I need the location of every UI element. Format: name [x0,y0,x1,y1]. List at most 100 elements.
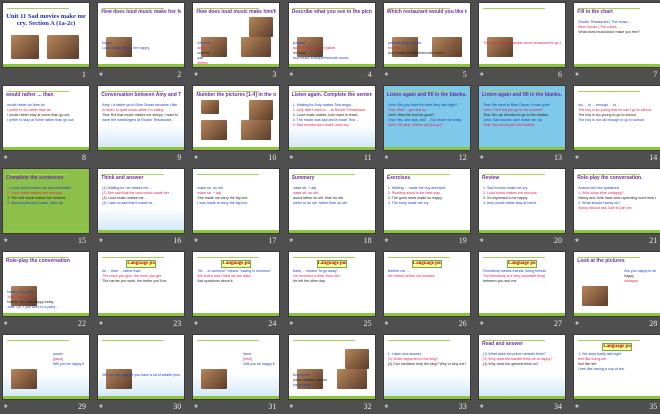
slide-thumbnail[interactable]: king queen prime minister banker the gener… [287,334,376,400]
slide-thumbnail[interactable]: Look at the pictures Are you happy to see… [573,251,660,317]
slide-thumbnail[interactable]: How does loud music make her feel? happy L… [97,2,186,68]
slide-thumbnail[interactable]: Read and answer (1) What does the prime m… [478,334,566,400]
transition-icon[interactable]: ★ [479,71,484,78]
transition-icon[interactable]: ★ [479,403,484,410]
slide-thumbnail[interactable]: Review 1. Sad movies make me cry. 2. Loud … [478,168,566,234]
slide-header-line [483,257,545,258]
slide-thumbnail[interactable]: Role-play the conversation. Answer the tw… [573,168,660,234]
slide-cell: Fill in the chart Rockin' Restaurant | Th… [573,2,660,82]
slide-body: Friendship means friends, being friends.… [483,269,561,284]
slide-body: John: Did you have fun with Amy last nig… [388,103,466,128]
slide-number: 8 [82,153,86,162]
slide-image [201,369,228,389]
slide-text-line: 4. The story made me cry. [387,201,430,205]
slide-thumbnail[interactable]: Exercises 1. Waiting ... made the boy ann… [382,168,471,234]
slide-thumbnail[interactable]: power[pauə]Will you be happy if you have… [2,334,90,400]
slide-number: 27 [554,319,562,328]
slide-thumbnail[interactable]: Listen again. Complete the sentences. 1. … [287,85,376,151]
slide-footer-bar [479,64,565,67]
transition-icon[interactable]: ★ [98,71,103,78]
slide-body: (1) What does the prime minister think?(… [483,352,561,367]
slide-thumbnail[interactable]: Complete the sentences 1. Loud music make… [2,168,90,234]
slide-thumbnail[interactable]: Number the pictures [1-4] in the order y… [192,85,281,151]
transition-icon[interactable]: ★ [574,320,579,327]
transition-icon[interactable]: ★ [384,154,389,161]
transition-icon[interactable]: ★ [289,320,294,327]
transition-icon[interactable]: ★ [3,320,8,327]
transition-icon[interactable]: ★ [193,403,198,410]
transition-icon[interactable]: ★ [384,237,389,244]
slide-thumbnail[interactable]: Listen again and fill in the blanks. John… [382,85,471,151]
slide-thumbnail[interactable]: Summary make sb. + adj. make sb. do sth. wo… [287,168,376,234]
transition-icon[interactable]: ★ [98,320,103,327]
slide-image [201,100,220,114]
slide-body: 1. Loud music makes me uncomfortable. 2. … [7,186,85,206]
transition-icon[interactable]: ★ [193,71,198,78]
slide-thumbnail[interactable]: Role-play the conversation Nancy: Hey Jul… [2,251,90,317]
transition-icon[interactable]: ★ [384,71,389,78]
transition-icon[interactable]: ★ [479,320,484,327]
transition-icon[interactable]: ★ [574,403,579,410]
transition-icon[interactable]: ★ [574,71,579,78]
slide-thumbnail[interactable]: Fill in the chart Rockin' Restaurant | Th… [573,2,660,68]
slide-thumbnail[interactable]: Will you be happy if you have a lot of w… [97,334,186,400]
transition-icon[interactable]: ★ [3,154,8,161]
transition-icon[interactable]: ★ [479,237,484,244]
slide-thumbnail[interactable]: Unit 11 Sad movies make me cry. Section … [2,2,90,68]
slide-number: 30 [173,402,182,411]
transition-icon[interactable]: ★ [574,154,579,161]
transition-icon[interactable]: ★ [289,403,294,410]
slide-cell: Role-play the conversation. Answer the tw… [573,168,660,248]
transition-icon[interactable]: ★ [193,237,198,244]
slide-text-line: Will you be happy if you have a lot of w… [102,373,181,377]
slide-thumbnail[interactable]: Language pointsNeither nor ...He neither… [382,251,471,317]
transition-icon[interactable]: ★ [574,237,579,244]
slide-header-line [102,257,165,258]
slide-footer-bar [193,230,280,233]
slide-thumbnail[interactable]: too ... to ... enough ... to ... The boy … [573,85,660,151]
slide-thumbnail[interactable]: fame[feim]Will you be happy if you have … [192,334,281,400]
slide-thumbnail[interactable]: make sb. do sth. make sb. + adj. She made … [192,168,281,234]
slide-thumbnail[interactable]: 1. Listen and answer. (1) What happened t… [382,334,471,400]
slide-image [201,120,228,140]
slide-cell: Role-play the conversation Nancy: Hey Jul… [2,251,90,331]
transition-icon[interactable]: ★ [3,403,8,410]
transition-icon[interactable]: ★ [289,154,294,161]
transition-icon[interactable]: ★ [289,71,294,78]
slide-text-line: What does music/color make you feel? [578,30,640,34]
slide-thumbnail[interactable]: Language pointsleave ... means "to go aw… [287,251,376,317]
slide-thumbnail[interactable]: Language pointsFriendship means friends,… [478,251,566,317]
transition-icon[interactable]: ★ [289,237,294,244]
slide-thumbnail[interactable]: Think and answer (1) Waiting for her make… [97,168,186,234]
slide-cell: How does loud music make her feel? happy L… [97,2,186,82]
slide-thumbnail[interactable]: would rather ... than would rather do tha… [2,85,90,151]
slide-cell: How does loud music make him/her feel?ne… [192,2,281,82]
slide-footer-bar [193,313,280,316]
slide-thumbnail[interactable]: Language points"be ... in common" means … [192,251,281,317]
transition-icon[interactable]: ★ [98,237,103,244]
transition-icon[interactable]: ★ [384,403,389,410]
slide-thumbnail[interactable]: Language points1. We slept badly last ni… [573,334,660,400]
slide-header-line [292,340,355,341]
transition-icon[interactable]: ★ [3,237,8,244]
transition-icon[interactable]: ★ [193,320,198,327]
slide-text-line: 4. Amy would rather stay at home. [483,201,538,205]
slide-thumbnail[interactable]: They are trying to decide which restaura… [478,2,566,68]
slide-thumbnail[interactable]: Which restaurant would you like to go to… [382,2,471,68]
transition-icon[interactable]: ★ [98,403,103,410]
slide-cell: They are trying to decide which restaura… [478,2,566,82]
slide-thumbnail[interactable]: Conversation between Amy and Tina Amy: I'… [97,85,186,151]
slide-thumbnail[interactable]: Listen again and fill in the blanks. Tina… [478,85,566,151]
slide-footer-bar [574,396,660,399]
slide-cell: Complete the sentences 1. Loud music make… [2,168,90,248]
slide-thumbnail[interactable]: Language pointsbe ... than ... rather th… [97,251,186,317]
slide-footer-bar [3,64,89,67]
slide-title: Language points [602,343,633,351]
transition-icon[interactable]: ★ [384,320,389,327]
slide-body: 1. Listen and answer. (1) What happened t… [388,352,466,367]
transition-icon[interactable]: ★ [193,154,198,161]
slide-cell: Language pointsFriendship means friends,… [478,251,566,331]
slide-thumbnail[interactable]: Describe what you see in the picture. spe… [287,2,376,68]
slide-thumbnail[interactable]: How does loud music make him/her feel?ne… [192,2,281,68]
transition-icon[interactable]: ★ [479,154,484,161]
